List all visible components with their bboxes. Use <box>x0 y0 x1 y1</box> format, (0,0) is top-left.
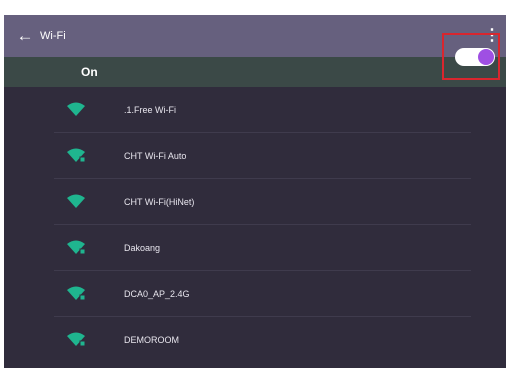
wifi-secured-icon <box>67 286 86 301</box>
wifi-settings-screen: ← Wi-Fi ⋮ On .1.Free Wi-Fi CHT Wi-Fi Aut… <box>4 15 506 368</box>
back-arrow-icon[interactable]: ← <box>14 25 36 47</box>
wifi-toggle-row[interactable]: On <box>4 57 506 87</box>
wifi-toggle-label: On <box>81 65 98 79</box>
network-ssid: .1.Free Wi-Fi <box>124 105 177 115</box>
wifi-network-list: .1.Free Wi-Fi CHT Wi-Fi Auto CHT Wi-Fi(H… <box>4 87 506 363</box>
network-ssid: CHT Wi-Fi Auto <box>124 151 187 161</box>
network-ssid: CHT Wi-Fi(HiNet) <box>124 197 195 207</box>
network-ssid: DEMOROOM <box>124 335 179 345</box>
wifi-signal-icon <box>67 102 85 116</box>
page-title: Wi-Fi <box>40 30 66 42</box>
wifi-network-item[interactable]: DEMOROOM <box>4 317 506 363</box>
wifi-network-item[interactable]: CHT Wi-Fi Auto <box>4 133 506 179</box>
wifi-secured-icon <box>67 148 86 163</box>
network-ssid: Dakoang <box>124 243 161 253</box>
wifi-signal-icon <box>67 194 85 208</box>
network-ssid: DCA0_AP_2.4G <box>124 289 190 299</box>
wifi-secured-icon <box>67 332 86 347</box>
wifi-secured-icon <box>67 240 86 255</box>
wifi-network-item[interactable]: Dakoang <box>4 225 506 271</box>
highlight-box <box>442 33 500 80</box>
wifi-network-item[interactable]: DCA0_AP_2.4G <box>4 271 506 317</box>
app-bar: ← Wi-Fi ⋮ <box>4 15 506 57</box>
wifi-network-item[interactable]: CHT Wi-Fi(HiNet) <box>4 179 506 225</box>
wifi-network-item[interactable]: .1.Free Wi-Fi <box>4 87 506 133</box>
